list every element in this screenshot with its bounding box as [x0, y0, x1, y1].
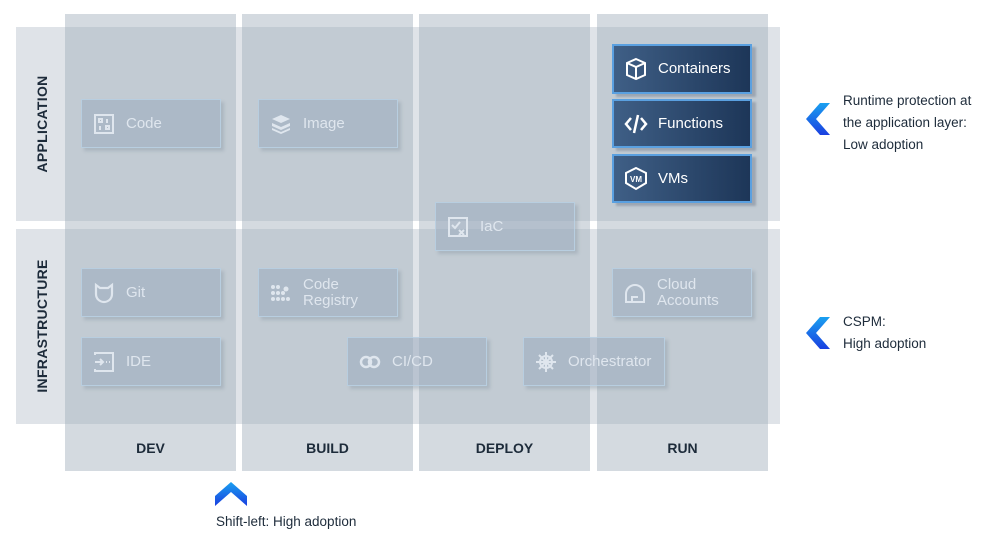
shift-left-note: Shift-left: High adoption — [216, 514, 357, 529]
helm-wheel-icon — [534, 350, 558, 374]
tile-cicd: CI/CD — [347, 337, 487, 386]
terminal-arrow-icon — [92, 350, 116, 374]
column-label-dev: DEV — [136, 440, 165, 456]
column-build — [242, 14, 413, 471]
column-label-build: BUILD — [306, 440, 349, 456]
tile-vms: VM VMs — [612, 154, 752, 203]
column-dev — [65, 14, 236, 471]
svg-text:VM: VM — [630, 175, 642, 184]
vm-icon: VM — [624, 166, 648, 191]
git-cat-icon — [92, 281, 116, 305]
layers-icon — [269, 112, 293, 136]
tile-image: Image — [258, 99, 398, 148]
cspm-note: CSPM: High adoption — [843, 314, 927, 351]
cloud-icon — [623, 281, 647, 305]
code-brackets-icon — [624, 112, 648, 136]
column-label-deploy: DEPLOY — [475, 440, 534, 456]
loop-icon — [358, 350, 382, 374]
tile-code: Code — [81, 99, 221, 148]
container-icon — [624, 57, 648, 81]
checklist-icon — [446, 215, 470, 239]
runtime-note: Runtime protection at the application lay… — [843, 93, 972, 152]
chevron-up-icon — [215, 482, 247, 506]
tile-iac: IaC — [435, 202, 575, 251]
tile-git: Git — [81, 268, 221, 317]
chevron-left-icon — [806, 103, 830, 135]
dots-grid-icon — [269, 281, 293, 305]
tile-containers: Containers — [612, 44, 752, 94]
row-label-application: APPLICATION — [34, 75, 50, 173]
code-square-icon — [92, 112, 116, 136]
chevron-left-icon — [806, 317, 830, 349]
tile-functions: Functions — [612, 99, 752, 148]
row-label-infrastructure: INFRASTRUCTURE — [34, 259, 50, 393]
tile-code-registry: Code Registry — [258, 268, 398, 317]
column-label-run: RUN — [667, 440, 698, 456]
tile-ide: IDE — [81, 337, 221, 386]
tile-orchestrator: Orchestrator — [523, 337, 665, 386]
tile-cloud-accounts: Cloud Accounts — [612, 268, 752, 317]
